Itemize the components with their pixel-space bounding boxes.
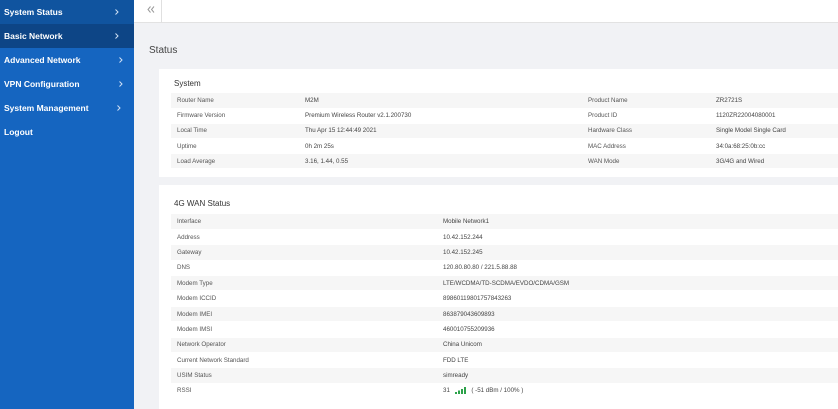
- sidebar-item-system-management[interactable]: System Management: [0, 96, 134, 120]
- table-row: Modem IMSI 460010755209936: [171, 321, 838, 338]
- row-label: Modem ICCID: [171, 290, 437, 307]
- system-panel-title: System: [174, 79, 201, 88]
- row-value: M2M: [299, 93, 582, 109]
- signal-strength-icon: [454, 387, 466, 395]
- table-row: Gateway 10.42.152.245: [171, 244, 838, 261]
- row-label: Hardware Class: [582, 123, 710, 140]
- row-value: FDD LTE: [437, 352, 838, 369]
- row-label: RSSI: [171, 383, 437, 400]
- row-label: Product Name: [582, 93, 710, 109]
- table-row: Local Time Thu Apr 15 12:44:49 2021 Hard…: [171, 123, 838, 140]
- row-value: Premium Wireless Router v2.1.200730: [299, 108, 582, 124]
- row-label: Firmware Version: [171, 108, 299, 124]
- row-label: Network Operator: [171, 337, 437, 354]
- row-value: Mobile Network1: [437, 214, 838, 230]
- chevron-right-icon: [119, 81, 123, 87]
- row-label: WAN Mode: [582, 153, 710, 170]
- table-row: Interface Mobile Network1: [171, 214, 838, 230]
- sidebar-item-basic-network[interactable]: Basic Network: [0, 24, 134, 48]
- table-row: RSSI 31 ( -51 dBm / 100% ): [171, 383, 838, 400]
- row-label: Address: [171, 229, 437, 246]
- chevron-right-icon: [119, 57, 123, 63]
- row-label: Modem Type: [171, 275, 437, 292]
- top-bar: [134, 0, 838, 23]
- row-value: 89860119801757843263: [437, 290, 838, 307]
- row-value: 10.42.152.244: [437, 229, 838, 246]
- table-row: DNS 120.80.80.80 / 221.5.88.88: [171, 260, 838, 277]
- table-row: USIM Status simready: [171, 367, 838, 384]
- rssi-value: 31: [443, 387, 450, 395]
- system-panel: System Router Name M2M Product Name ZR27…: [159, 69, 838, 177]
- table-row: Load Average 3.16, 1.44, 0.55 WAN Mode 3…: [171, 153, 838, 170]
- system-table: Router Name M2M Product Name ZR2721S Fir…: [171, 93, 838, 170]
- table-row: Current Network Standard FDD LTE: [171, 352, 838, 369]
- row-label: DNS: [171, 260, 437, 277]
- chevron-right-icon: [115, 9, 119, 15]
- row-value: 3.16, 1.44, 0.55: [299, 153, 582, 170]
- table-row: Network Operator China Unicom: [171, 337, 838, 354]
- sidebar-item-label: Basic Network: [4, 31, 63, 41]
- row-label: Router Name: [171, 93, 299, 109]
- sidebar: System Status Basic Network Advanced Net…: [0, 0, 134, 409]
- chevron-right-icon: [115, 33, 119, 39]
- table-row: Uptime 0h 2m 25s MAC Address 34:0a:68:25…: [171, 138, 838, 155]
- row-label: Gateway: [171, 244, 437, 261]
- row-value: 10.42.152.245: [437, 244, 838, 261]
- table-row: Firmware Version Premium Wireless Router…: [171, 108, 838, 124]
- table-row: Modem ICCID 89860119801757843263: [171, 290, 838, 307]
- row-value: Single Model Single Card: [710, 123, 838, 140]
- sidebar-item-label: Advanced Network: [4, 55, 81, 65]
- row-label: Local Time: [171, 123, 299, 140]
- sidebar-item-label: System Management: [4, 103, 89, 113]
- row-label: Current Network Standard: [171, 352, 437, 369]
- rssi-value-cell: 31 ( -51 dBm / 100% ): [437, 383, 838, 400]
- row-label: Product ID: [582, 108, 710, 124]
- sidebar-item-label: VPN Configuration: [4, 79, 80, 89]
- sidebar-item-label: Logout: [4, 127, 33, 137]
- row-label: Interface: [171, 214, 437, 230]
- divider: [161, 0, 162, 23]
- row-value: 863879043609893: [437, 306, 838, 323]
- main-content: Status System Router Name M2M Product Na…: [134, 23, 838, 409]
- sidebar-item-system-status[interactable]: System Status: [0, 0, 134, 24]
- row-value: China Unicom: [437, 337, 838, 354]
- sidebar-item-vpn-configuration[interactable]: VPN Configuration: [0, 72, 134, 96]
- row-label: USIM Status: [171, 367, 437, 384]
- table-row: Router Name M2M Product Name ZR2721S: [171, 93, 838, 109]
- row-value: 3G/4G and Wired: [710, 153, 838, 170]
- row-label: Modem IMEI: [171, 306, 437, 323]
- row-value: 0h 2m 25s: [299, 138, 582, 155]
- row-label: Uptime: [171, 138, 299, 155]
- row-label: Load Average: [171, 153, 299, 170]
- row-value: 1120ZR22004080001: [710, 108, 838, 124]
- sidebar-item-advanced-network[interactable]: Advanced Network: [0, 48, 134, 72]
- row-value: Thu Apr 15 12:44:49 2021: [299, 123, 582, 140]
- row-label: Modem IMSI: [171, 321, 437, 338]
- row-value: 460010755209936: [437, 321, 838, 338]
- collapse-sidebar-icon[interactable]: [144, 5, 158, 18]
- row-value: LTE/WCDMA/TD-SCDMA/EVDO/CDMA/GSM: [437, 275, 838, 292]
- sidebar-item-logout[interactable]: Logout: [0, 120, 134, 144]
- table-row: Modem IMEI 863879043609893: [171, 306, 838, 323]
- wan-panel-title: 4G WAN Status: [174, 199, 231, 208]
- rssi-detail: ( -51 dBm / 100% ): [471, 387, 524, 395]
- wan-table: Interface Mobile Network1 Address 10.42.15…: [171, 214, 838, 400]
- table-row: Address 10.42.152.244: [171, 229, 838, 246]
- table-row: Modem Type LTE/WCDMA/TD-SCDMA/EVDO/CDMA/G…: [171, 275, 838, 292]
- sidebar-item-label: System Status: [4, 7, 63, 17]
- double-chevron-left-icon: [147, 6, 155, 13]
- row-value: ZR2721S: [710, 93, 838, 109]
- chevron-right-icon: [117, 105, 121, 111]
- row-value: simready: [437, 367, 838, 384]
- row-value: 120.80.80.80 / 221.5.88.88: [437, 260, 838, 277]
- wan-status-panel: 4G WAN Status Interface Mobile Network1 A…: [159, 185, 838, 409]
- row-value: 34:0a:68:25:0b:cc: [710, 138, 838, 155]
- row-label: MAC Address: [582, 138, 710, 155]
- page-title: Status: [149, 45, 178, 56]
- router-admin-app: System Status Basic Network Advanced Net…: [0, 0, 838, 409]
